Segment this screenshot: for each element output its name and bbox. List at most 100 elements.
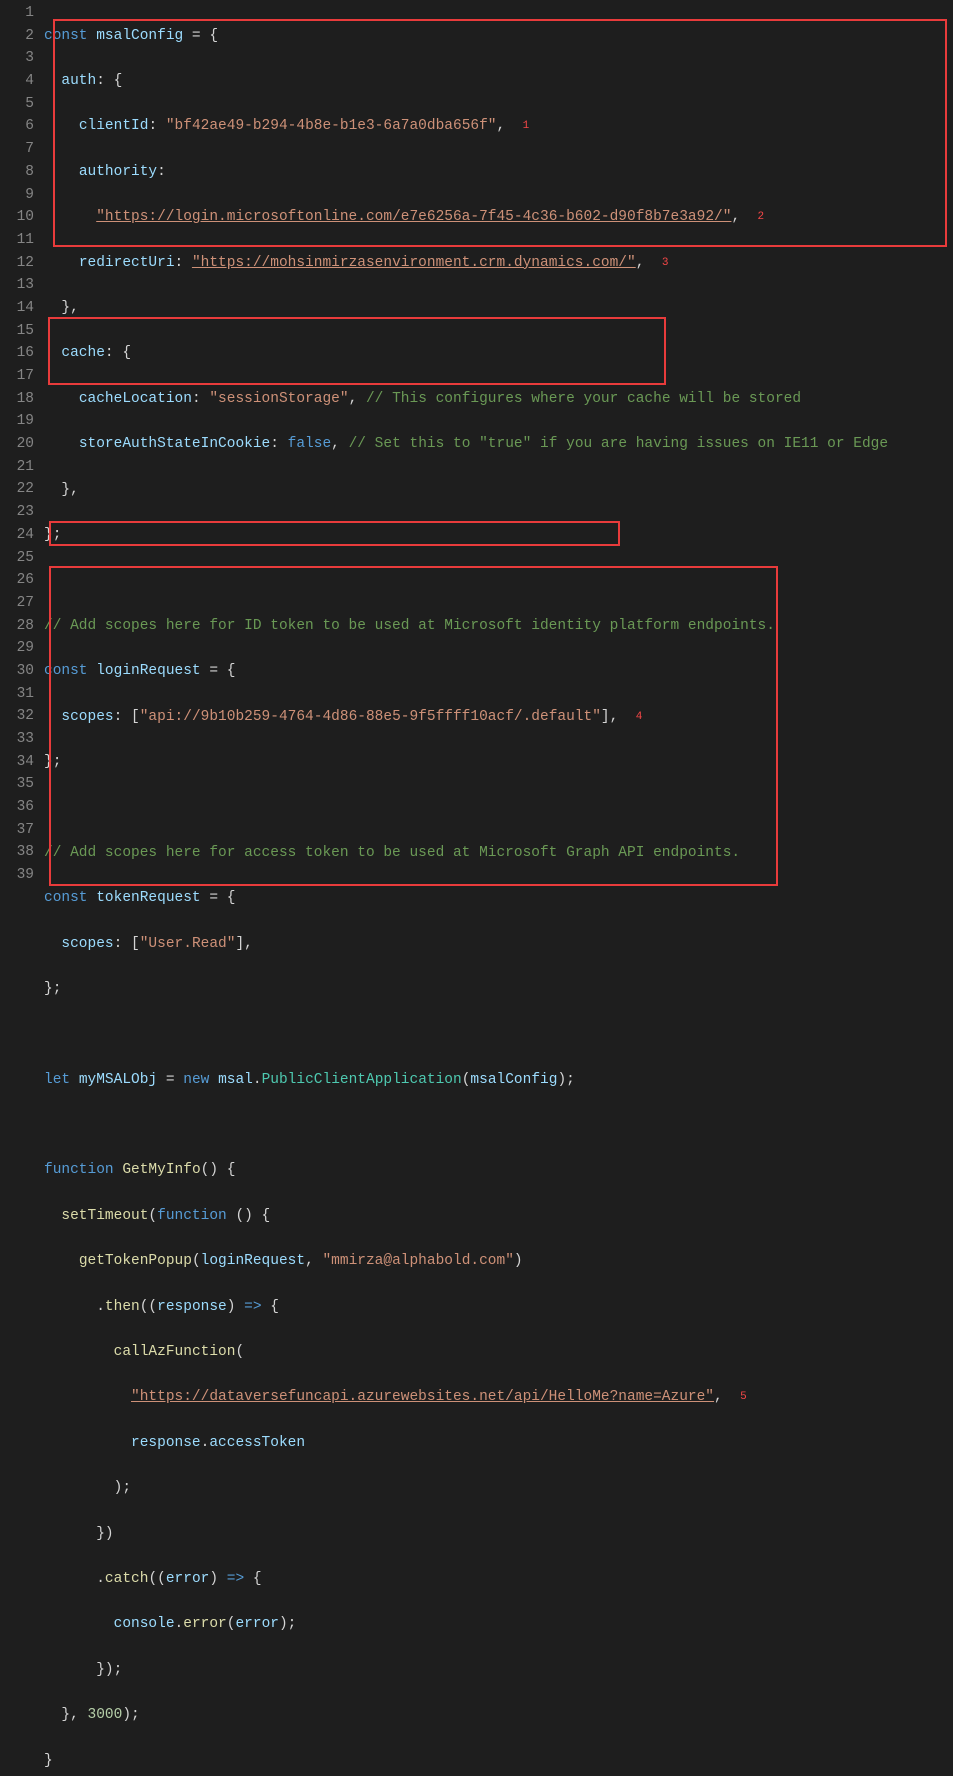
code-line[interactable]: auth: {	[44, 70, 953, 93]
keyword-function: function	[157, 1208, 227, 1224]
code-line[interactable]: };	[44, 978, 953, 1001]
code-line[interactable]: "https://login.microsoftonline.com/e7e62…	[44, 206, 953, 229]
code-line[interactable]: // Add scopes here for ID token to be us…	[44, 615, 953, 638]
arg-loginRequest: loginRequest	[201, 1253, 305, 1269]
keyword-let: let	[44, 1072, 70, 1088]
line-number: 39	[0, 864, 34, 887]
code-line[interactable]: cacheLocation: "sessionStorage", // This…	[44, 388, 953, 411]
code-line[interactable]: console.error(error);	[44, 1613, 953, 1636]
line-number: 24	[0, 524, 34, 547]
str-cacheLocation: "sessionStorage"	[209, 391, 348, 407]
prop-clientId: clientId	[79, 118, 149, 134]
keyword-function: function	[44, 1162, 114, 1178]
str-redirectUri: "https://mohsinmirzasenvironment.crm.dyn…	[192, 255, 636, 271]
line-number: 33	[0, 728, 34, 751]
code-line[interactable]: scopes: ["User.Read"],	[44, 933, 953, 956]
line-number: 2	[0, 25, 34, 48]
prop-accessToken: accessToken	[209, 1435, 305, 1451]
ident-loginRequest: loginRequest	[96, 663, 200, 679]
comment: // Add scopes here for access token to b…	[44, 845, 740, 861]
str-clientId: "bf42ae49-b294-4b8e-b1e3-6a7a0dba656f"	[166, 118, 497, 134]
comment: // This configures where your cache will…	[366, 391, 801, 407]
code-line[interactable]: },	[44, 297, 953, 320]
prop-storeAuth: storeAuthStateInCookie	[79, 436, 270, 452]
code-line[interactable]: const loginRequest = {	[44, 660, 953, 683]
fn-catch: catch	[105, 1571, 149, 1587]
code-line[interactable]: const msalConfig = {	[44, 25, 953, 48]
code-line[interactable]: },	[44, 479, 953, 502]
line-number: 32	[0, 705, 34, 728]
code-line[interactable]: const tokenRequest = {	[44, 887, 953, 910]
line-number: 20	[0, 433, 34, 456]
fn-GetMyInfo: GetMyInfo	[122, 1162, 200, 1178]
code-line[interactable]: setTimeout(function () {	[44, 1205, 953, 1228]
code-line[interactable]: cache: {	[44, 342, 953, 365]
code-line[interactable]: redirectUri: "https://mohsinmirzasenviro…	[44, 252, 953, 275]
line-number: 14	[0, 297, 34, 320]
line-number: 34	[0, 751, 34, 774]
str-authority: "https://login.microsoftonline.com/e7e62…	[96, 209, 731, 225]
line-number: 23	[0, 501, 34, 524]
code-line[interactable]	[44, 796, 953, 819]
line-number: 13	[0, 274, 34, 297]
code-line[interactable]: storeAuthStateInCookie: false, // Set th…	[44, 433, 953, 456]
prop-redirectUri: redirectUri	[79, 255, 175, 271]
code-line[interactable]: clientId: "bf42ae49-b294-4b8e-b1e3-6a7a0…	[44, 115, 953, 138]
code-line[interactable]: }	[44, 1750, 953, 1773]
code-line[interactable]: callAzFunction(	[44, 1341, 953, 1364]
code-line[interactable]: });	[44, 1659, 953, 1682]
code-line[interactable]: .catch((error) => {	[44, 1568, 953, 1591]
str-userRead: "User.Read"	[140, 936, 236, 952]
annotation-2: 2	[758, 211, 765, 223]
code-line[interactable]: };	[44, 751, 953, 774]
prop-auth: auth	[61, 73, 96, 89]
code-line[interactable]: scopes: ["api://9b10b259-4764-4d86-88e5-…	[44, 706, 953, 729]
code-line[interactable]: };	[44, 524, 953, 547]
code-line[interactable]: })	[44, 1523, 953, 1546]
line-number: 15	[0, 320, 34, 343]
comment: // Set this to "true" if you are having …	[349, 436, 889, 452]
code-line[interactable]: .then((response) => {	[44, 1296, 953, 1319]
fn-getTokenPopup: getTokenPopup	[79, 1253, 192, 1269]
fn-callAzFunction: callAzFunction	[114, 1344, 236, 1360]
prop-scopes: scopes	[61, 936, 113, 952]
code-editor[interactable]: 1 2 3 4 5 6 7 8 9 10 11 12 13 14 15 16 1…	[0, 0, 953, 1776]
fn-then: then	[105, 1299, 140, 1315]
ident-tokenRequest: tokenRequest	[96, 890, 200, 906]
code-area[interactable]: const msalConfig = { auth: { clientId: "…	[44, 0, 953, 1776]
code-line[interactable]: function GetMyInfo() {	[44, 1159, 953, 1182]
code-line[interactable]: authority:	[44, 161, 953, 184]
line-number: 5	[0, 93, 34, 116]
line-number: 4	[0, 70, 34, 93]
code-line[interactable]: getTokenPopup(loginRequest, "mmirza@alph…	[44, 1250, 953, 1273]
keyword-new: new	[183, 1072, 209, 1088]
code-line[interactable]	[44, 1023, 953, 1046]
param-response: response	[157, 1299, 227, 1315]
line-number: 31	[0, 683, 34, 706]
line-number: 21	[0, 456, 34, 479]
fn-console-error: error	[183, 1616, 227, 1632]
num-3000: 3000	[88, 1707, 123, 1723]
line-number: 35	[0, 773, 34, 796]
ident-msal: msal	[218, 1072, 253, 1088]
code-line[interactable]: // Add scopes here for access token to b…	[44, 842, 953, 865]
prop-cache: cache	[61, 345, 105, 361]
line-number: 6	[0, 115, 34, 138]
code-line[interactable]: );	[44, 1477, 953, 1500]
line-number: 18	[0, 388, 34, 411]
annotation-5: 5	[740, 1391, 747, 1403]
line-number: 26	[0, 569, 34, 592]
code-line[interactable]	[44, 1114, 953, 1137]
line-number-gutter: 1 2 3 4 5 6 7 8 9 10 11 12 13 14 15 16 1…	[0, 0, 44, 1776]
line-number: 30	[0, 660, 34, 683]
code-line[interactable]: let myMSALObj = new msal.PublicClientApp…	[44, 1069, 953, 1092]
fn-setTimeout: setTimeout	[61, 1208, 148, 1224]
annotation-3: 3	[662, 257, 669, 269]
code-line[interactable]: response.accessToken	[44, 1432, 953, 1455]
code-line[interactable]	[44, 569, 953, 592]
code-line[interactable]: "https://dataversefuncapi.azurewebsites.…	[44, 1386, 953, 1409]
str-mmirza: "mmirza@alphabold.com"	[322, 1253, 513, 1269]
line-number: 16	[0, 342, 34, 365]
keyword-const: const	[44, 28, 88, 44]
code-line[interactable]: }, 3000);	[44, 1704, 953, 1727]
